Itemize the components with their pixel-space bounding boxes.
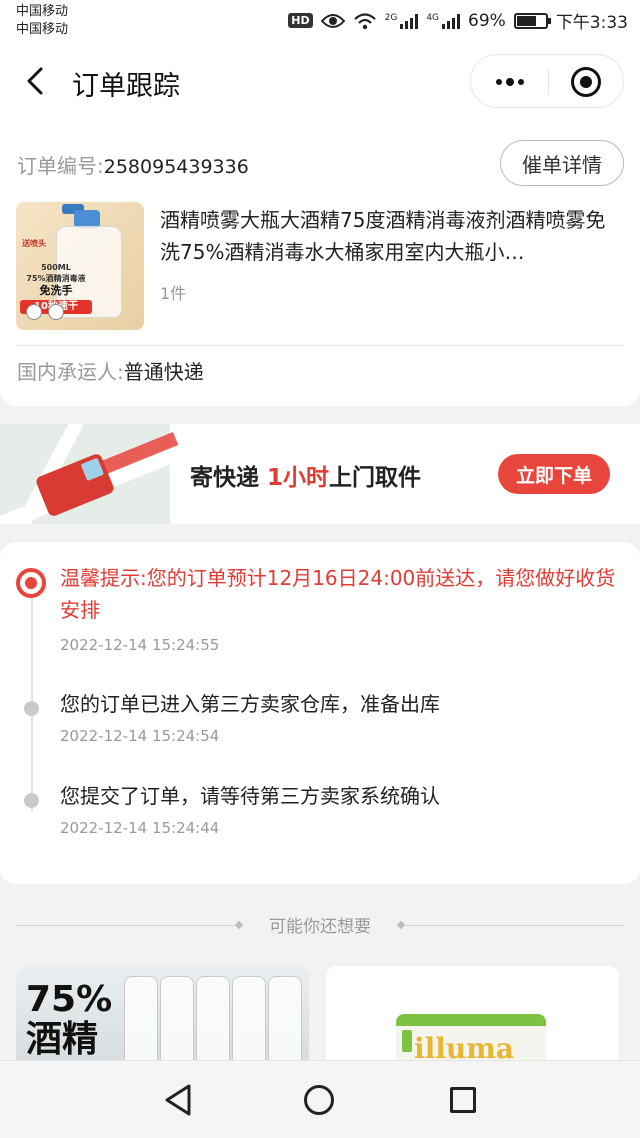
timeline-event-text: 您提交了订单，请等待第三方卖家系统确认	[60, 784, 440, 808]
signal-icon-sim2: 4G	[426, 12, 461, 29]
recommend-item-label: 75% 酒精	[26, 980, 112, 1060]
mini-program-capsule	[470, 54, 624, 108]
battery-percent: 69%	[468, 10, 506, 31]
order-card: 订单编号:258095439336 催单详情 送喷头 500ML 75%酒精消毒…	[0, 120, 640, 406]
timeline-event-time: 2022-12-14 15:24:54	[60, 727, 220, 745]
carrier-value: 普通快递	[123, 360, 204, 384]
timeline-active-dot-icon	[16, 568, 46, 598]
network-type-1: 2G	[384, 12, 398, 23]
system-nav-bar	[0, 1060, 640, 1138]
page-title: 订单跟踪	[72, 71, 180, 102]
thumb-tag: 送喷头	[22, 239, 46, 248]
brand-label: illuma	[414, 1032, 515, 1061]
badge-icon	[26, 304, 42, 320]
thumb-line-1: 500ML	[41, 263, 71, 272]
carrier-2: 中国移动	[16, 22, 69, 37]
carrier-1: 中国移动	[16, 4, 69, 19]
product-quantity: 1件	[160, 284, 187, 303]
status-bar: 中国移动 中国移动 HD 2G 4G 69% 下午3:33	[0, 0, 640, 44]
order-now-button[interactable]: 立即下单	[498, 454, 610, 494]
thumb-line-2: 75%酒精消毒液	[26, 274, 86, 283]
capsule-divider	[548, 69, 549, 95]
banner-text-2: 上门取件	[329, 465, 422, 491]
timeline-event-time: 2022-12-14 15:24:44	[60, 819, 220, 837]
timeline-line	[31, 584, 33, 812]
chevron-left-icon[interactable]	[22, 66, 52, 96]
express-banner[interactable]: 寄快递 1小时上门取件 立即下单	[0, 424, 640, 524]
thumb-line-3: 免洗手	[39, 284, 73, 297]
banner-text-highlight: 1小时	[267, 465, 330, 491]
triangle-back-icon[interactable]	[162, 1083, 194, 1117]
banner-text: 寄快递 1小时上门取件	[190, 458, 421, 492]
timeline-event-text: 您的订单已进入第三方卖家仓库，准备出库	[60, 692, 440, 716]
rec-divider-right	[404, 925, 624, 926]
rec-text-1: 75%	[26, 979, 113, 1020]
recommend-item[interactable]: illuma	[326, 966, 619, 1061]
order-number: 订单编号:258095439336	[17, 150, 249, 179]
clock: 下午3:33	[555, 13, 628, 33]
thumb-badges	[26, 304, 64, 320]
banner-text-1: 寄快递	[190, 465, 268, 491]
hd-badge: HD	[288, 13, 313, 28]
bottles-image	[124, 976, 302, 1061]
recommend-header: 可能你还想要	[0, 912, 640, 938]
recommend-item[interactable]: 75% 酒精	[16, 966, 309, 1061]
nav-header: 订单跟踪	[0, 44, 640, 120]
order-number-value: 258095439336	[103, 156, 249, 178]
battery-icon	[513, 12, 551, 29]
wifi-icon	[353, 12, 376, 29]
badge-icon	[48, 304, 64, 320]
status-icons: HD 2G 4G 69% 下午3:33	[288, 8, 628, 33]
product-title[interactable]: 酒精喷雾大瓶大酒精75度酒精消毒液剂酒精喷雾免洗75%酒精消毒水大桶家用室内大瓶…	[160, 204, 624, 268]
target-circle-icon[interactable]	[571, 67, 601, 97]
tracking-timeline: 温馨提示:您的订单预计12月16日24:00前送达，请您做好收货安排 2022-…	[0, 542, 640, 884]
network-type-2: 4G	[426, 12, 440, 23]
rec-text-2: 酒精	[26, 1019, 99, 1060]
map-illustration	[0, 424, 215, 524]
timeline-dot-icon	[24, 793, 39, 808]
timeline-dot-icon	[24, 701, 39, 716]
timeline-event-time: 2022-12-14 15:24:55	[60, 636, 220, 654]
urge-details-button[interactable]: 催单详情	[500, 140, 624, 186]
square-recent-icon[interactable]	[450, 1087, 476, 1113]
divider	[16, 345, 624, 346]
signal-icon-sim1: 2G	[385, 13, 419, 29]
more-dots-icon[interactable]	[493, 67, 527, 97]
carrier-info: 中国移动 中国移动	[16, 3, 68, 39]
circle-home-icon[interactable]	[304, 1085, 334, 1115]
eye-icon	[320, 13, 345, 28]
timeline-event-text: 温馨提示:您的订单预计12月16日24:00前送达，请您做好收货安排	[60, 566, 616, 622]
carrier-row: 国内承运人:普通快递	[17, 356, 204, 385]
product-thumbnail[interactable]: 送喷头 500ML 75%酒精消毒液 免洗手 10秒速干	[16, 202, 144, 330]
order-number-label: 订单编号:	[17, 154, 104, 178]
carrier-label: 国内承运人:	[17, 360, 124, 384]
can-tag	[402, 1030, 412, 1052]
